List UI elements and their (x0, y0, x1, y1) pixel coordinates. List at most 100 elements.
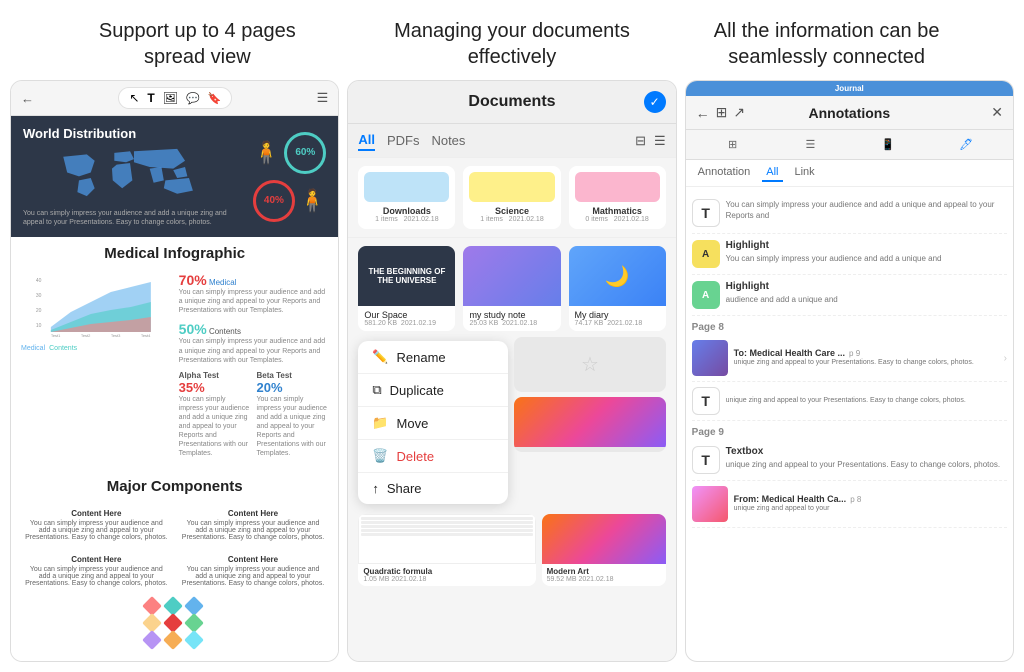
ann-page9-from[interactable]: From: Medical Health Ca... p 8 unique zi… (692, 481, 1007, 528)
move-icon: 📁 (372, 415, 388, 431)
folder-name-math: Mathmatics (575, 206, 660, 216)
p3-tab-annotations[interactable]: 🖊 (927, 134, 1005, 155)
ann-thumb-p8-1 (692, 340, 728, 376)
bookmark-icon[interactable]: 🔖 (208, 92, 222, 105)
file-info-study: my study note 25.03 KB 2021.02.18 (463, 306, 560, 331)
ann-tab-link[interactable]: Link (791, 164, 819, 182)
contents-pct: 50% Contents (179, 321, 329, 337)
line-5 (361, 533, 532, 536)
ann-arrow-1[interactable]: › (1004, 353, 1007, 364)
ann-page8-text2: unique zing and appeal to your Presentat… (726, 396, 1007, 405)
ann-icon-t-p9: T (692, 446, 720, 474)
ann-tab-annotation[interactable]: Annotation (694, 164, 755, 182)
folder-downloads[interactable]: Downloads 1 items 2021.02.18 (358, 166, 455, 229)
menu-move[interactable]: 📁 Move (358, 407, 508, 440)
folder-mathmatics[interactable]: Mathmatics 0 items 2021.02.18 (569, 166, 666, 229)
heading-col2: Managing your documents effectively (370, 18, 653, 70)
context-menu-row: ✏️ Rename ⧉ Duplicate 📁 Move 🗑️ Delete (358, 337, 665, 508)
ann-icon-t-p8: T (692, 387, 720, 415)
tab-pdfs[interactable]: PDFs (387, 131, 420, 150)
page9-from-row: From: Medical Health Ca... p 8 (734, 494, 1007, 504)
file-our-space[interactable]: THE BEGINNING OF THE UNIVERSE Our Space … (358, 246, 455, 331)
panel-annotations: Journal ← ⊞ ↗ Annotations ✕ ⊞ ☰ 📱 🖊 Anno… (685, 80, 1014, 662)
p3-tab-list[interactable]: ☰ (771, 134, 849, 155)
world-dist-text: You can simply impress your audience and… (23, 209, 245, 227)
ann-page8-text1: To: Medical Health Care ... p 9 unique z… (734, 348, 998, 367)
check-button[interactable]: ✓ (644, 91, 666, 113)
speech-icon[interactable]: 💬 (186, 92, 200, 105)
duplicate-icon: ⧉ (372, 382, 381, 398)
comp-header-1: Content Here (25, 509, 168, 518)
file-quadratic[interactable]: Quadratic formula 1.05 MB 2021.02.18 (358, 514, 535, 586)
world-distribution-card: World Distribution (11, 116, 338, 237)
panel2-tabs: All PDFs Notes ⊟ ☰ (348, 124, 675, 158)
figure-icon-2: 🧍 (299, 188, 326, 214)
delete-icon: 🗑️ (372, 448, 388, 464)
tab-notes[interactable]: Notes (431, 131, 465, 150)
ann-title-3: Highlight (726, 281, 1007, 292)
menu-icon[interactable]: ☰ (317, 90, 329, 106)
heading-col1: Support up to 4 pages spread view (56, 18, 339, 70)
folder-name-downloads: Downloads (364, 206, 449, 216)
share-icon-p3[interactable]: ↗ (733, 104, 745, 121)
chart-right-item-1: 70% Medical You can simply impress your … (179, 272, 329, 315)
ann-page8-item2: T unique zing and appeal to your Present… (692, 382, 1007, 421)
panel1-content: World Distribution (11, 116, 338, 661)
file-thumb-study (463, 246, 560, 306)
line-2 (361, 521, 532, 524)
image-icon[interactable]: 🖼 (163, 91, 178, 105)
page9-from-title: From: Medical Health Ca... (734, 494, 847, 504)
filter-icon[interactable]: ⊟ (635, 133, 646, 149)
alpha-item: Alpha Test 35% You can simply impress yo… (179, 371, 251, 459)
file-art-name: Modern Art (547, 567, 661, 576)
alpha-pct: 35% (179, 380, 205, 395)
toolbar-left: ← (21, 91, 34, 106)
page8-desc1: unique zing and appeal to your Presentat… (734, 358, 998, 367)
ann-tab-all[interactable]: All (762, 164, 782, 182)
menu-delete[interactable]: 🗑️ Delete (358, 440, 508, 473)
folder-items-downloads: 1 items 2021.02.18 (364, 216, 449, 223)
right-side-files: ☆ (514, 337, 665, 508)
p3-tab-device[interactable]: 📱 (849, 134, 927, 155)
star-icon: ☆ (581, 352, 599, 377)
rename-icon: ✏️ (372, 349, 388, 365)
grid-icon-p3[interactable]: ⊞ (716, 104, 728, 121)
comp-header-3: Content Here (25, 555, 168, 564)
tab-all[interactable]: All (358, 130, 375, 151)
world-map-svg (23, 145, 245, 200)
alpha-label: Alpha Test (179, 371, 251, 380)
panel3-nav-left: ← ⊞ ↗ (696, 104, 773, 121)
chart-labels: Medical Contents (21, 345, 171, 352)
files-grid-top: THE BEGINNING OF THE UNIVERSE Our Space … (358, 246, 665, 331)
ann-text-1: You can simply impress your audience and… (726, 199, 1007, 221)
file-modern-art[interactable]: Modern Art 59.52 MB 2021.02.18 (542, 514, 666, 586)
ann-desc-3: audience and add a unique and (726, 294, 1007, 305)
diamond-grid-container (21, 591, 328, 655)
ann-item-1: T You can simply impress your audience a… (692, 193, 1007, 234)
ann-page8-item1[interactable]: To: Medical Health Care ... p 9 unique z… (692, 335, 1007, 382)
component-item-4: Content Here You can simply impress your… (178, 551, 329, 591)
file-quadratic-meta: 1.05 MB 2021.02.18 (363, 576, 530, 583)
line-4 (361, 529, 532, 532)
file-diary[interactable]: 🌙 My diary 74.17 KB 2021.02.18 (569, 246, 666, 331)
close-icon-p3[interactable]: ✕ (991, 104, 1003, 121)
page9-from-num: p 8 (850, 495, 861, 504)
annotations-list: T You can simply impress your audience a… (686, 187, 1013, 661)
folder-science[interactable]: Science 1 items 2021.02.18 (463, 166, 560, 229)
back-icon[interactable]: ← (21, 91, 34, 106)
menu-share[interactable]: ↑ Share (358, 473, 508, 504)
world-dist-title: World Distribution (23, 126, 245, 141)
cursor-icon[interactable]: ↖ (129, 91, 139, 105)
list-icon[interactable]: ☰ (654, 133, 666, 149)
medical-pct1: 70% Medical (179, 272, 329, 288)
diamond-6 (142, 631, 162, 651)
menu-rename[interactable]: ✏️ Rename (358, 341, 508, 374)
file-quadratic-name: Quadratic formula (363, 567, 530, 576)
file-study-note[interactable]: my study note 25.03 KB 2021.02.18 (463, 246, 560, 331)
menu-duplicate[interactable]: ⧉ Duplicate (358, 374, 508, 407)
chart-left: 40 30 20 10 Test1 Test2 Test3 (21, 272, 171, 458)
text-icon[interactable]: T (147, 91, 154, 105)
p3-tab-grid[interactable]: ⊞ (694, 134, 772, 155)
back-icon-p3[interactable]: ← (696, 105, 710, 121)
ann-page9-item1: T Textbox unique zing and appeal to your… (692, 440, 1007, 481)
